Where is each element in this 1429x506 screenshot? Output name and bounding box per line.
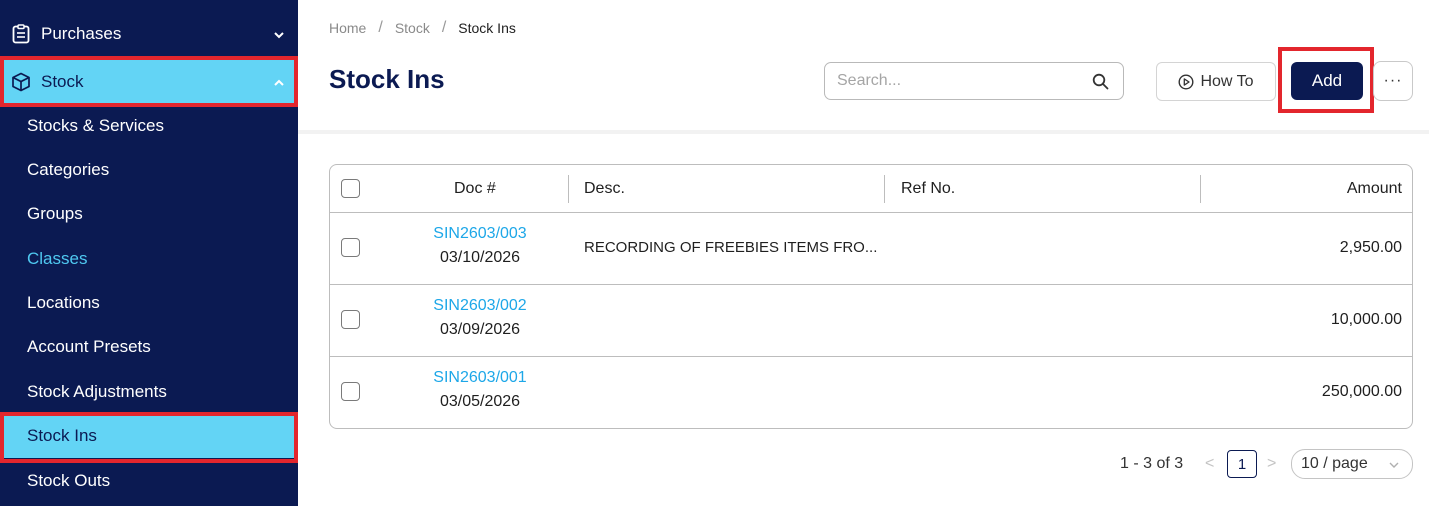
doc-date: 03/10/2026 bbox=[439, 249, 521, 266]
breadcrumb-current: Stock Ins bbox=[458, 20, 516, 36]
doc-number-link[interactable]: SIN2603/003 bbox=[390, 225, 570, 243]
table-row[interactable]: SIN2603/001 03/05/2026 250,000.00 bbox=[330, 357, 1412, 428]
amount-cell: 10,000.00 bbox=[1330, 311, 1402, 328]
column-header-ref[interactable]: Ref No. bbox=[901, 180, 955, 198]
app: Purchases Stock Stocks & Services Catego… bbox=[0, 0, 1429, 506]
sidebar-item-stock-adjustments[interactable]: Stock Adjustments bbox=[0, 370, 298, 414]
sidebar-item-stock-ins[interactable]: Stock Ins bbox=[0, 414, 298, 458]
pagination-prev-button[interactable]: < bbox=[1205, 455, 1214, 473]
pagination-page-button[interactable]: 1 bbox=[1227, 450, 1257, 478]
sidebar-item-purchases[interactable]: Purchases bbox=[0, 12, 298, 56]
sidebar-item-classes[interactable]: Classes bbox=[0, 237, 298, 281]
breadcrumb: Home / Stock / Stock Ins bbox=[329, 19, 516, 37]
sidebar-item-groups[interactable]: Groups bbox=[0, 192, 298, 236]
sidebar: Purchases Stock Stocks & Services Catego… bbox=[0, 0, 298, 506]
doc-number-link[interactable]: SIN2603/002 bbox=[390, 297, 570, 315]
chevron-up-icon bbox=[272, 75, 286, 89]
row-checkbox[interactable] bbox=[341, 238, 360, 257]
pagination-next-button[interactable]: > bbox=[1267, 455, 1276, 473]
clipboard-icon bbox=[10, 23, 32, 45]
doc-cell: SIN2603/001 03/05/2026 bbox=[390, 357, 570, 411]
page-size-select[interactable]: 10 / page bbox=[1291, 449, 1413, 479]
ellipsis-icon: ··· bbox=[1383, 72, 1403, 89]
row-checkbox[interactable] bbox=[341, 382, 360, 401]
sidebar-item-stock[interactable]: Stock bbox=[0, 60, 298, 104]
column-header-amount[interactable]: Amount bbox=[1347, 180, 1402, 198]
sidebar-item-categories[interactable]: Categories bbox=[0, 148, 298, 192]
breadcrumb-separator: / bbox=[441, 19, 447, 36]
more-options-button[interactable]: ··· bbox=[1373, 61, 1413, 101]
sidebar-item-locations[interactable]: Locations bbox=[0, 281, 298, 325]
table-header: Doc # Desc. Ref No. Amount bbox=[330, 165, 1412, 213]
column-header-doc[interactable]: Doc # bbox=[454, 180, 496, 198]
doc-cell: SIN2603/002 03/09/2026 bbox=[390, 285, 570, 339]
row-checkbox[interactable] bbox=[341, 310, 360, 329]
box-icon bbox=[10, 71, 32, 93]
column-divider[interactable] bbox=[1200, 175, 1201, 203]
pagination-info: 1 - 3 of 3 bbox=[1120, 455, 1184, 472]
how-to-label: How To bbox=[1200, 72, 1254, 90]
sidebar-item-stock-outs[interactable]: Stock Outs bbox=[0, 459, 298, 503]
table-row[interactable]: SIN2603/003 03/10/2026 RECORDING OF FREE… bbox=[330, 213, 1412, 285]
sidebar-item-label: Stock bbox=[41, 72, 84, 91]
stock-ins-table: Doc # Desc. Ref No. Amount SIN2603/003 0… bbox=[329, 164, 1413, 429]
search-input[interactable] bbox=[837, 71, 1087, 91]
table-row[interactable]: SIN2603/002 03/09/2026 10,000.00 bbox=[330, 285, 1412, 357]
amount-cell: 250,000.00 bbox=[1321, 383, 1402, 400]
doc-date: 03/05/2026 bbox=[439, 393, 521, 410]
sidebar-item-account-presets[interactable]: Account Presets bbox=[0, 325, 298, 369]
doc-date: 03/09/2026 bbox=[439, 321, 521, 338]
chevron-down-icon bbox=[272, 27, 286, 41]
page-size-value: 10 / page bbox=[1301, 455, 1368, 472]
breadcrumb-home[interactable]: Home bbox=[329, 20, 366, 36]
desc-cell: RECORDING OF FREEBIES ITEMS FRO... bbox=[584, 239, 878, 256]
sidebar-item-stocks-services[interactable]: Stocks & Services bbox=[0, 104, 298, 148]
page-title: Stock Ins bbox=[329, 64, 445, 94]
column-header-desc[interactable]: Desc. bbox=[584, 180, 625, 198]
header-divider bbox=[298, 130, 1429, 134]
breadcrumb-separator: / bbox=[378, 19, 383, 36]
play-circle-icon bbox=[1178, 73, 1194, 90]
search-box bbox=[824, 62, 1124, 100]
how-to-button[interactable]: How To bbox=[1156, 62, 1276, 101]
select-all-checkbox[interactable] bbox=[341, 179, 360, 198]
doc-number-link[interactable]: SIN2603/001 bbox=[390, 369, 570, 387]
column-divider[interactable] bbox=[568, 175, 569, 203]
chevron-down-icon bbox=[1388, 458, 1400, 470]
search-icon[interactable] bbox=[1092, 73, 1109, 90]
breadcrumb-stock[interactable]: Stock bbox=[395, 20, 430, 36]
doc-cell: SIN2603/003 03/10/2026 bbox=[390, 213, 570, 267]
column-divider[interactable] bbox=[884, 175, 885, 203]
amount-cell: 2,950.00 bbox=[1339, 239, 1402, 256]
add-button[interactable]: Add bbox=[1291, 62, 1363, 100]
sidebar-item-label: Purchases bbox=[41, 24, 122, 43]
